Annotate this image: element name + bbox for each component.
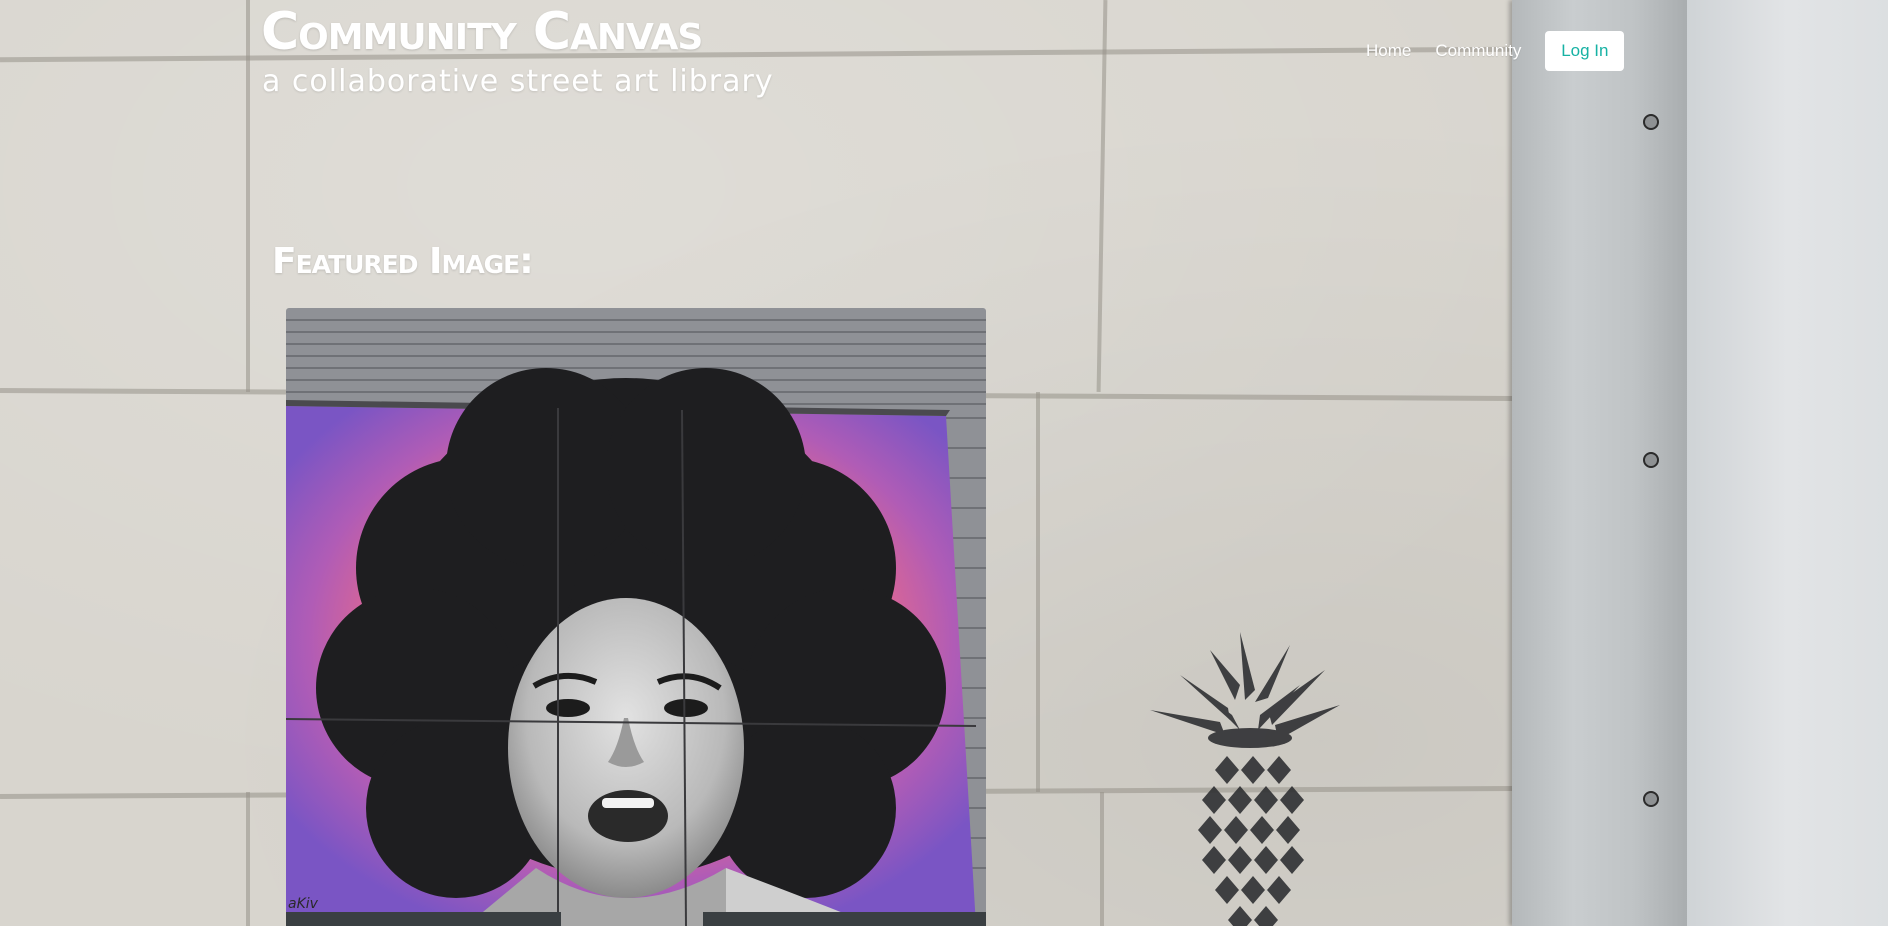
mortar-line (1096, 0, 1108, 393)
mortar-line (246, 792, 250, 926)
featured-image[interactable]: aKiv (286, 308, 986, 926)
site-title: Community Canvas (261, 2, 703, 62)
pineapple-stencil-icon (1140, 630, 1360, 926)
nav-link-home[interactable]: Home (1366, 41, 1411, 61)
metal-wall-panel (1687, 0, 1888, 926)
mortar-line (1100, 792, 1104, 926)
mortar-line (1036, 392, 1040, 792)
nav-link-community[interactable]: Community (1435, 41, 1521, 61)
artist-signature: aKiv (288, 896, 319, 912)
login-button[interactable]: Log In (1545, 31, 1625, 71)
mortar-line (0, 46, 1512, 63)
bolt-icon (1643, 114, 1659, 130)
bolt-icon (1643, 791, 1659, 807)
site-tagline: a collaborative street art library (262, 64, 774, 99)
metal-pole (1512, 0, 1687, 926)
featured-heading: Featured Image: (272, 241, 534, 282)
mortar-line (246, 0, 250, 392)
main-nav: Home Community Log In (1366, 31, 1625, 71)
bolt-icon (1643, 452, 1659, 468)
